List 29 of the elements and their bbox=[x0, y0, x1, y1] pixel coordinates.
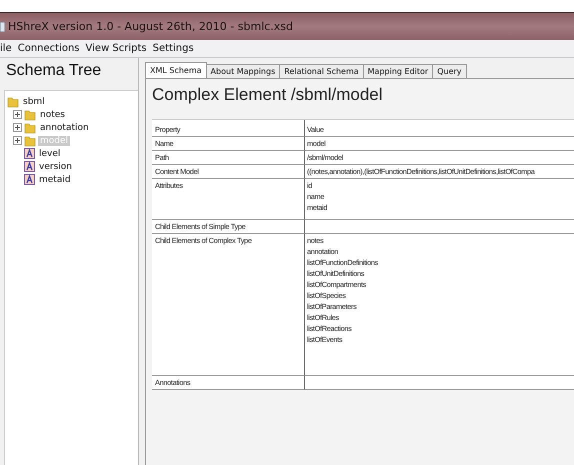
folder-icon bbox=[7, 96, 19, 108]
app-icon bbox=[0, 22, 5, 32]
tab[interactable]: Query bbox=[432, 64, 467, 78]
tree-item[interactable]: notes bbox=[38, 110, 67, 120]
menu-item[interactable]: ile bbox=[0, 43, 12, 54]
tree-item[interactable]: level bbox=[37, 148, 62, 158]
tab[interactable]: Relational Schema bbox=[279, 64, 364, 78]
folder-icon bbox=[24, 134, 36, 146]
folder-icon bbox=[24, 108, 36, 120]
expand-icon[interactable] bbox=[13, 110, 22, 119]
tab[interactable]: XML Schema bbox=[145, 62, 207, 78]
attribute-icon bbox=[24, 148, 35, 159]
attribute-icon bbox=[24, 161, 35, 172]
window-title: HShreX version 1.0 - August 26th, 2010 - sbmlc.xsd bbox=[8, 20, 294, 33]
menu-item[interactable]: View Scripts bbox=[86, 43, 147, 54]
expand-icon[interactable] bbox=[13, 123, 22, 132]
element-heading: Complex Element /sbml/model bbox=[152, 85, 384, 105]
tab[interactable]: About Mappings bbox=[206, 64, 280, 78]
menu-item[interactable]: Connections bbox=[18, 43, 80, 54]
tree-item[interactable]: annotation bbox=[38, 122, 91, 132]
tab[interactable]: Mapping Editor bbox=[362, 64, 434, 78]
menu-item[interactable]: Settings bbox=[152, 43, 194, 54]
expand-icon[interactable] bbox=[13, 136, 22, 145]
tree-item[interactable]: version bbox=[37, 162, 74, 172]
attribute-icon bbox=[24, 174, 35, 185]
tree-item[interactable]: sbml bbox=[21, 96, 47, 106]
folder-icon bbox=[24, 122, 36, 134]
panel-title: Schema Tree bbox=[5, 61, 102, 81]
tree-item[interactable]: metaid bbox=[37, 174, 73, 184]
